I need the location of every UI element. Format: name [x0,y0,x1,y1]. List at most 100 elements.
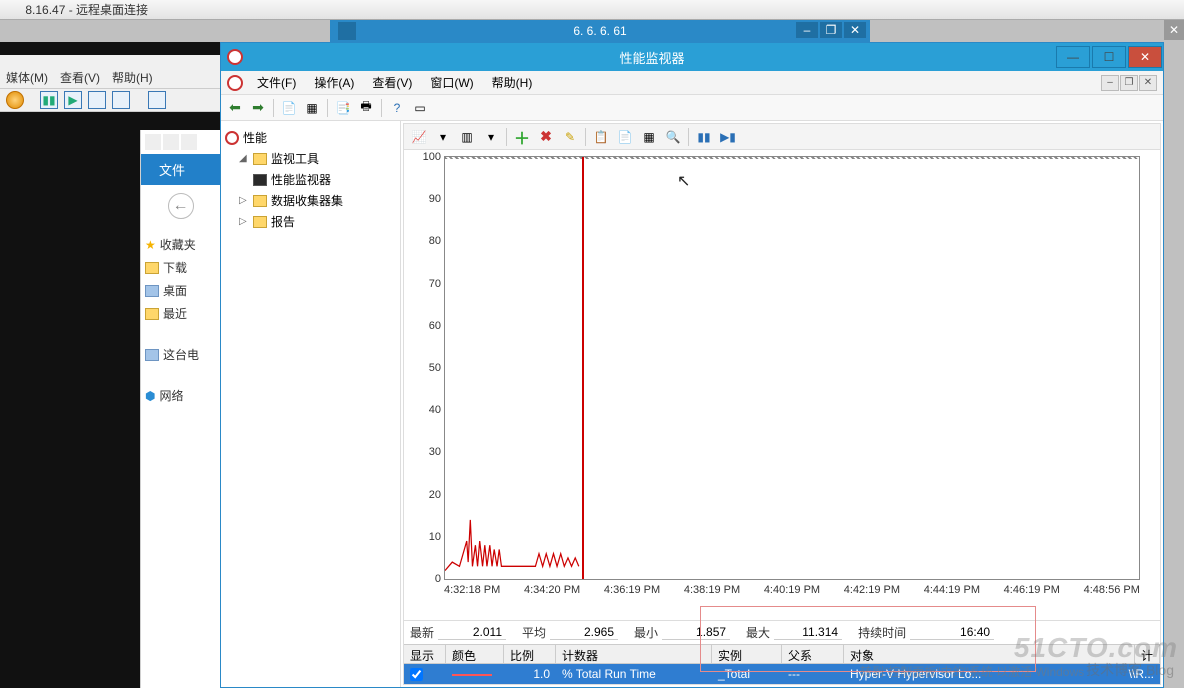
col-color[interactable]: 颜色 [446,645,504,663]
back-button[interactable]: ← [168,193,194,219]
menu-view[interactable]: 查看(V) [60,69,100,86]
explorer-icon-3[interactable] [181,134,197,150]
counter-parent: --- [782,667,844,681]
x-axis-ticks: 4:32:18 PM4:34:20 PM4:36:19 PM4:38:19 PM… [444,584,1140,600]
sidebar-this-pc[interactable]: 这台电 [145,343,216,366]
sidebar-network[interactable]: ⬢网络 [145,384,216,407]
export-icon[interactable]: 📑 [333,98,353,118]
menu-media[interactable]: 媒体(M) [6,69,48,86]
close-button[interactable]: ✕ [1128,46,1162,68]
col-counter[interactable]: 计数器 [556,645,712,663]
mdi-restore-button[interactable]: ❐ [1120,75,1138,91]
sidebar-downloads[interactable]: 下载 [145,256,216,279]
stat-dur-label: 持续时间 [858,624,906,641]
perfmon-app-icon [227,49,243,65]
outer-close-button[interactable]: ✕ [1164,20,1184,40]
dropdown2-icon[interactable]: ▾ [480,127,502,147]
file-tab[interactable]: 文件 [141,154,220,185]
explorer-icon-1[interactable] [145,134,161,150]
menu-help[interactable]: 帮助(H) [484,72,541,93]
prop-icon[interactable]: ▦ [302,98,322,118]
maximize-button[interactable]: ☐ [1092,46,1126,68]
show-tree-icon[interactable]: 📄 [279,98,299,118]
counter-instance: _Total [712,667,782,681]
stat-max-label: 最大 [746,624,770,641]
tree-monitor[interactable]: 性能监视器 [225,169,396,190]
back-icon[interactable]: ⬅ [225,98,245,118]
perfmon-window: 性能监视器 — ☐ ✕ 文件(F) 操作(A) 查看(V) 窗口(W) 帮助(H… [220,42,1164,688]
explorer-icon-2[interactable] [163,134,179,150]
tree-collectors[interactable]: ▷数据收集器集 [225,190,396,211]
host-menubar: 媒体(M) 查看(V) 帮助(H) [0,55,220,90]
pin-icon[interactable] [338,22,356,40]
chart-plot[interactable]: ↖ 1009080706050403020100 [444,156,1140,580]
rdp-restore-button[interactable]: ❐ [820,22,842,38]
menu-help[interactable]: 帮助(H) [112,69,153,86]
play-icon[interactable]: ▶ [64,91,82,109]
favorites-header[interactable]: ★收藏夹 [145,233,216,256]
stat-latest-value: 2.011 [438,625,506,640]
perfmon-titlebar[interactable]: 性能监视器 — ☐ ✕ [221,43,1163,71]
tree-root[interactable]: 性能 [225,127,396,148]
folder-icon [145,262,159,274]
col-show[interactable]: 显示 [404,645,446,663]
rdp-title-text: 8.16.47 - 远程桌面连接 [25,3,148,17]
counter-scale: 1.0 [504,667,556,681]
folder-icon [253,195,267,207]
collapse-icon[interactable]: ◢ [239,153,249,164]
col-instance[interactable]: 实例 [712,645,782,663]
mdi-close-button[interactable]: ✕ [1139,75,1157,91]
delete-counter-button[interactable]: ✖ [535,127,557,147]
tree-reports[interactable]: ▷报告 [225,211,396,232]
add-counter-button[interactable]: ＋ [511,127,533,147]
copy-icon[interactable]: 📋 [590,127,612,147]
rdp-close-button[interactable]: ✕ [844,22,866,38]
zoom-icon[interactable]: 🔍 [662,127,684,147]
network-icon: ⬢ [145,389,155,403]
perfmon-menu-icon [227,75,243,91]
screen-icon[interactable] [148,91,166,109]
sidebar-recent[interactable]: 最近 [145,302,216,325]
paste-icon[interactable]: 📄 [614,127,636,147]
view-chart-icon[interactable]: 📈 [408,127,430,147]
menu-file[interactable]: 文件(F) [249,72,304,93]
tree-tools[interactable]: ◢监视工具 [225,148,396,169]
sidebar-desktop[interactable]: 桌面 [145,279,216,302]
reload-icon[interactable] [88,91,106,109]
properties-icon[interactable]: ▦ [638,127,660,147]
expand-icon[interactable]: ▷ [239,195,249,206]
rdp-connection-bar: 6. 6. 6. 61 – ❐ ✕ [330,20,870,42]
expand-icon[interactable]: ▷ [239,216,249,227]
freeze-icon[interactable]: ▮▮ [693,127,715,147]
update-icon[interactable]: ▶▮ [717,127,739,147]
print-icon[interactable]: 🖶 [356,98,376,118]
perfmon-toolbar: ⬅ ➡ 📄 ▦ 📑 🖶 ? ▭ [221,95,1163,121]
col-scale[interactable]: 比例 [504,645,556,663]
next-icon[interactable] [112,91,130,109]
rdp-titlebar: 8.16.47 - 远程桌面连接 [0,0,1184,20]
stat-max-value: 11.314 [774,625,842,640]
record-icon[interactable] [6,91,24,109]
counter-show-checkbox[interactable] [410,668,423,681]
help-icon[interactable]: ? [387,98,407,118]
chart-area: ↖ 1009080706050403020100 4:32:18 PM4:34:… [404,150,1160,620]
window-icon[interactable]: ▭ [410,98,430,118]
stat-latest-label: 最新 [410,624,434,641]
stat-avg-value: 2.965 [550,625,618,640]
histogram-icon[interactable]: ▥ [456,127,478,147]
computer-icon [145,349,159,361]
pause-icon[interactable]: ▮▮ [40,91,58,109]
explorer-panel: 文件 ← ★收藏夹 下载 桌面 最近 这台电 ⬢网络 [140,130,220,688]
minimize-button[interactable]: — [1056,46,1090,68]
forward-icon[interactable]: ➡ [248,98,268,118]
col-parent[interactable]: 父系 [782,645,844,663]
stat-dur-value: 16:40 [910,625,994,640]
mdi-min-button[interactable]: – [1101,75,1119,91]
menu-view[interactable]: 查看(V) [364,72,420,93]
rdp-min-button[interactable]: – [796,22,818,38]
folder-icon [253,216,267,228]
highlight-icon[interactable]: ✎ [559,127,581,147]
menu-action[interactable]: 操作(A) [306,72,362,93]
dropdown-icon[interactable]: ▾ [432,127,454,147]
menu-window[interactable]: 窗口(W) [422,72,481,93]
